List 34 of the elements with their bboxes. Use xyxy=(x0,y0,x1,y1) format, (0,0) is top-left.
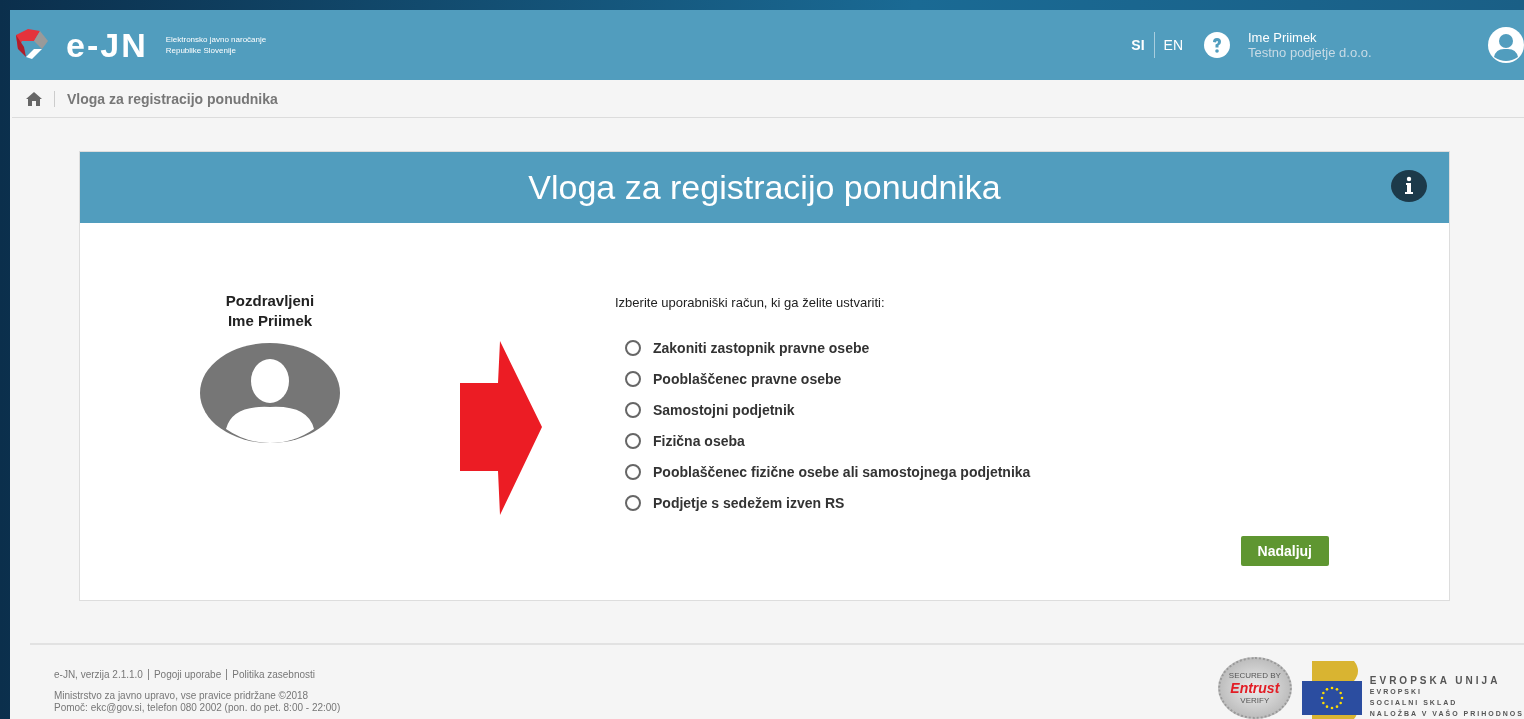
avatar-icon xyxy=(200,343,340,443)
radio-button[interactable] xyxy=(625,463,641,480)
account-type-option[interactable]: Samostojni podjetnik xyxy=(615,394,1329,425)
help-icon[interactable] xyxy=(1204,32,1230,58)
version-text: e-JN, verzija 2.1.1.0 xyxy=(54,669,143,680)
continue-button[interactable]: Nadaljuj xyxy=(1240,536,1329,566)
card-title: Vloga za registracijo ponudnika xyxy=(528,168,1001,207)
radio-button[interactable] xyxy=(625,494,641,511)
footer-link[interactable]: Pogoji uporabe xyxy=(153,669,222,680)
account-type-option[interactable]: Pooblaščenec pravne osebe xyxy=(615,363,1329,394)
breadcrumb-current: Vloga za registracijo ponudnika xyxy=(67,90,278,107)
user-avatar-icon[interactable] xyxy=(1488,27,1524,63)
account-type-option[interactable]: Podjetje s sedežem izven RS xyxy=(615,487,1329,518)
footer-link[interactable]: Politika zasebnosti xyxy=(232,669,316,680)
arrow-icon xyxy=(460,341,542,515)
account-type-option[interactable]: Fizična oseba xyxy=(615,425,1329,456)
eu-flag-icon xyxy=(1301,661,1362,719)
home-icon[interactable] xyxy=(26,91,42,106)
user-name: Ime Priimek xyxy=(1248,30,1318,45)
info-icon[interactable] xyxy=(1391,170,1427,202)
radio-button[interactable] xyxy=(625,432,641,449)
footer-text: Ministrstvo za javno upravo, vse pravice pridržane ©2018 xyxy=(54,690,310,702)
account-type-option[interactable]: Pooblaščenec fizične osebe ali samostojnega podjetnika xyxy=(615,456,1329,487)
radio-button[interactable] xyxy=(625,370,641,387)
user-company: Testno podjetje d.o.o. xyxy=(1248,45,1373,60)
security-seal: SECURED BY Entrust VERIFY xyxy=(1217,657,1292,719)
radio-button[interactable] xyxy=(625,339,641,356)
radio-button[interactable] xyxy=(625,401,641,418)
prompt-text: Izberite uporabniški račun, ki ga želite ustvariti: xyxy=(615,295,886,310)
footer-text: Pomoč: ekc@gov.si, telefon 080 2002 (pon. do pet. 8:00 - 22:00) xyxy=(54,702,341,714)
account-type-option[interactable]: Zakoniti zastopnik pravne osebe xyxy=(615,332,1329,363)
greeting: Pozdravljeni Ime Priimek xyxy=(225,291,315,331)
logo-text: e-JN xyxy=(66,25,148,65)
logo-subtitle: Elektronsko javno naročanje Republike Slovenije xyxy=(165,34,267,56)
